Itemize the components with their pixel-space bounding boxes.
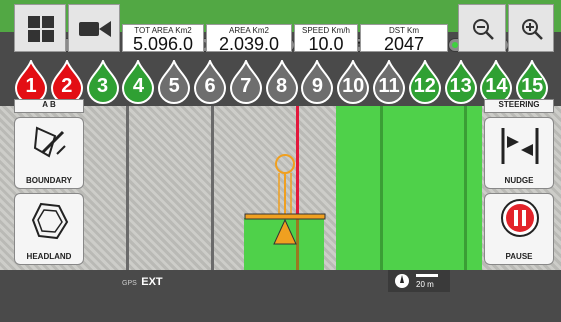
guidance-line	[211, 106, 214, 270]
section-button[interactable]: 2	[50, 60, 84, 104]
tractor-icon	[244, 154, 326, 245]
section-number: 2	[61, 75, 73, 97]
section-number: 1	[25, 75, 37, 97]
section-button[interactable]: 7	[229, 60, 263, 104]
gps-status: GPS EXT	[122, 276, 163, 288]
guidance-line	[380, 106, 383, 270]
nudge-button[interactable]: NUDGE	[484, 117, 554, 189]
video-camera-icon	[79, 21, 111, 37]
grid-menu-icon	[28, 16, 54, 42]
covered-area-right	[336, 106, 482, 270]
field-map[interactable]	[0, 106, 561, 270]
guidance-line	[126, 106, 129, 270]
zoom-out-button[interactable]	[458, 4, 506, 52]
section-button[interactable]: 10	[336, 60, 370, 104]
pause-label: PAUSE	[505, 252, 533, 261]
section-button[interactable]: 12	[408, 60, 442, 104]
ab-line-tab[interactable]: A B	[14, 99, 84, 113]
section-number: 13	[449, 75, 472, 97]
zoom-out-icon	[473, 19, 494, 40]
zoom-in-icon	[522, 19, 543, 40]
section-number: 10	[342, 75, 365, 97]
section-number: 3	[97, 75, 109, 97]
section-button[interactable]: 1	[14, 60, 48, 104]
stat-area: AREA Km2 2.039.0	[206, 24, 292, 54]
section-number: 8	[276, 75, 288, 97]
section-number: 6	[204, 75, 216, 97]
section-button[interactable]: 14	[479, 60, 513, 104]
section-number: 12	[413, 75, 436, 97]
pause-icon	[501, 199, 539, 237]
section-number: 5	[168, 75, 180, 97]
stat-total-area: TOT AREA Km2 5.096.0	[122, 24, 204, 54]
bottom-bar	[0, 270, 561, 322]
section-button[interactable]: 11	[372, 60, 406, 104]
section-button[interactable]: 4	[121, 60, 155, 104]
section-number: 4	[132, 75, 144, 97]
section-button[interactable]: 5	[157, 60, 191, 104]
menu-button[interactable]	[14, 4, 66, 52]
section-number: 11	[378, 75, 400, 97]
boundary-label: BOUNDARY	[26, 176, 72, 185]
section-button[interactable]: 15	[515, 60, 549, 104]
status-dot-icon	[451, 42, 458, 48]
scale-label: 20 m	[416, 280, 434, 289]
stat-distance: DST Km 2047	[360, 24, 448, 54]
section-button[interactable]: 3	[86, 60, 120, 104]
guidance-line	[464, 106, 467, 270]
section-number: 9	[311, 75, 323, 97]
section-number: 14	[485, 75, 508, 97]
headland-label: HEADLAND	[26, 252, 72, 261]
section-button[interactable]: 9	[300, 60, 334, 104]
headland-icon	[31, 202, 69, 240]
headland-button[interactable]: HEADLAND	[14, 193, 84, 265]
scale-indicator: 20 m	[388, 270, 450, 292]
pause-button[interactable]: PAUSE	[484, 193, 554, 265]
zoom-in-button[interactable]	[508, 4, 554, 52]
stat-speed: SPEED Km/h 10.0	[294, 24, 358, 54]
section-button[interactable]: 13	[444, 60, 478, 104]
nudge-label: NUDGE	[504, 176, 534, 185]
camera-button[interactable]	[68, 4, 120, 52]
section-button[interactable]: 6	[193, 60, 227, 104]
compass-icon	[395, 274, 409, 288]
section-number: 15	[521, 75, 544, 97]
boundary-icon	[33, 126, 66, 158]
section-button[interactable]: 8	[265, 60, 299, 104]
steering-tab[interactable]: STEERING	[484, 99, 554, 113]
section-number: 7	[240, 75, 252, 97]
nudge-arrows-icon	[501, 128, 539, 164]
boundary-button[interactable]: BOUNDARY	[14, 117, 84, 189]
